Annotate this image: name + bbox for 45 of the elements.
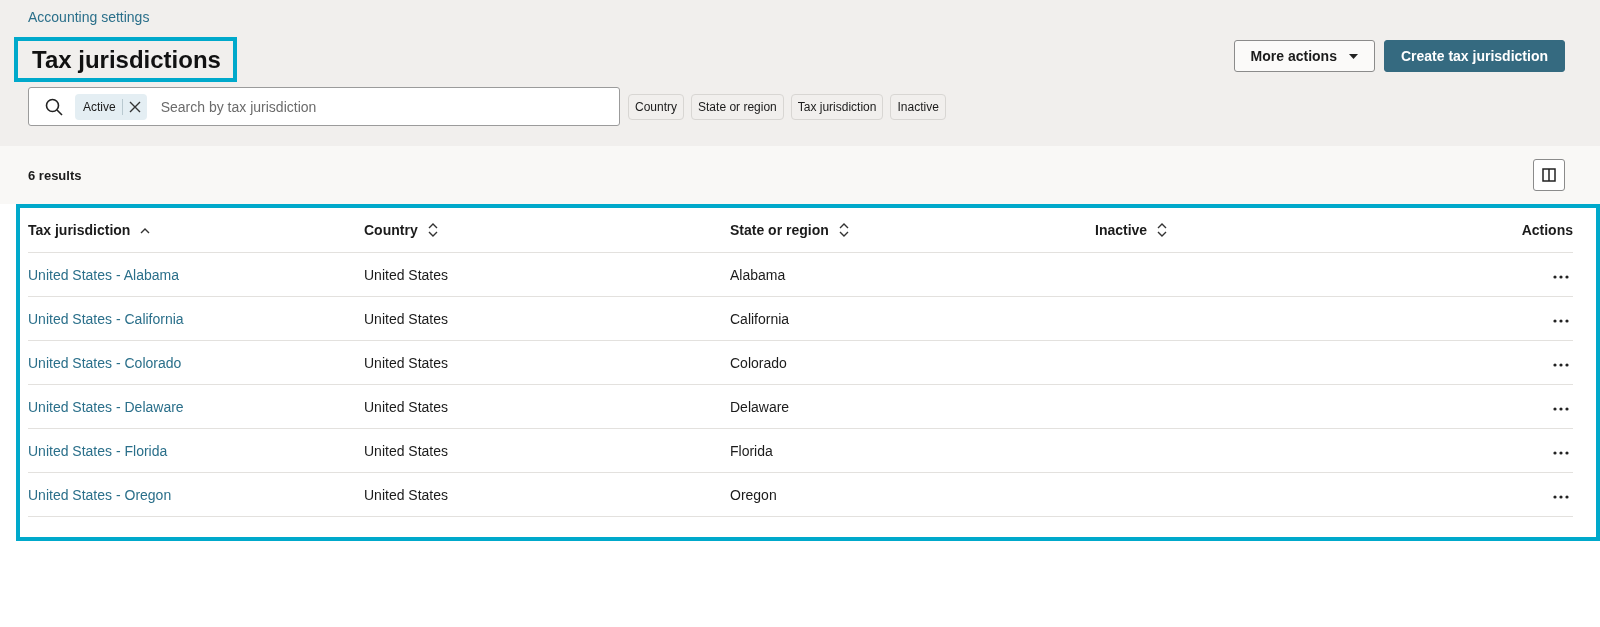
jurisdiction-link[interactable]: United States - Delaware: [28, 398, 184, 415]
columns-button[interactable]: [1533, 159, 1565, 191]
column-header: Inactive: [1095, 222, 1148, 238]
more-actions-button[interactable]: More actions: [1233, 40, 1375, 72]
column-header: State or region: [730, 222, 829, 238]
create-button[interactable]: Create tax jurisdiction: [1383, 40, 1565, 72]
table-cell: United States: [364, 266, 449, 283]
filter-button[interactable]: Tax jurisdiction: [790, 93, 884, 120]
caret-icon: [1348, 53, 1358, 59]
table-cell: California: [730, 310, 790, 327]
table-cell: United States: [364, 310, 449, 327]
search-icon: [45, 97, 63, 116]
jurisdiction-link[interactable]: United States - Florida: [28, 442, 168, 459]
table-cell: United States: [364, 442, 449, 459]
table-cell: United States: [364, 354, 449, 371]
filter-chip[interactable]: Active: [75, 93, 147, 120]
columns-icon: [1542, 168, 1556, 182]
page-title: Tax jurisdictions: [32, 45, 221, 74]
filter-button[interactable]: Inactive: [890, 93, 946, 120]
table-cell: Florida: [730, 442, 773, 459]
results-count: 6 results: [28, 167, 82, 183]
sort-ascending-icon[interactable]: [140, 226, 151, 234]
chip-label: Active: [83, 99, 116, 114]
sort-icon[interactable]: [427, 223, 438, 237]
column-header: Tax jurisdiction: [28, 222, 131, 238]
jurisdiction-link[interactable]: United States - California: [28, 310, 184, 327]
close-icon[interactable]: [128, 100, 141, 113]
table-cell: Alabama: [730, 266, 786, 283]
jurisdiction-link[interactable]: United States - Alabama: [28, 266, 179, 283]
table-cell: Colorado: [730, 354, 787, 371]
sort-icon[interactable]: [838, 223, 849, 237]
sort-icon[interactable]: [1157, 223, 1168, 237]
breadcrumb-link[interactable]: Accounting settings: [28, 9, 150, 25]
search-input[interactable]: Search by tax jurisdiction: [158, 97, 619, 116]
column-header: Country: [364, 222, 418, 238]
table-cell: Delaware: [730, 398, 790, 415]
table-cell: Oregon: [730, 486, 777, 503]
filter-button[interactable]: State or region: [691, 93, 784, 120]
column-header: Actions: [1521, 222, 1573, 238]
jurisdiction-link[interactable]: United States - Oregon: [28, 486, 172, 503]
filter-button[interactable]: Country: [628, 93, 685, 120]
search-field[interactable]: Active Search by tax jurisdiction: [28, 87, 620, 126]
table-cell: United States: [364, 486, 449, 503]
jurisdiction-link[interactable]: United States - Colorado: [28, 354, 182, 371]
table-cell: United States: [364, 398, 449, 415]
